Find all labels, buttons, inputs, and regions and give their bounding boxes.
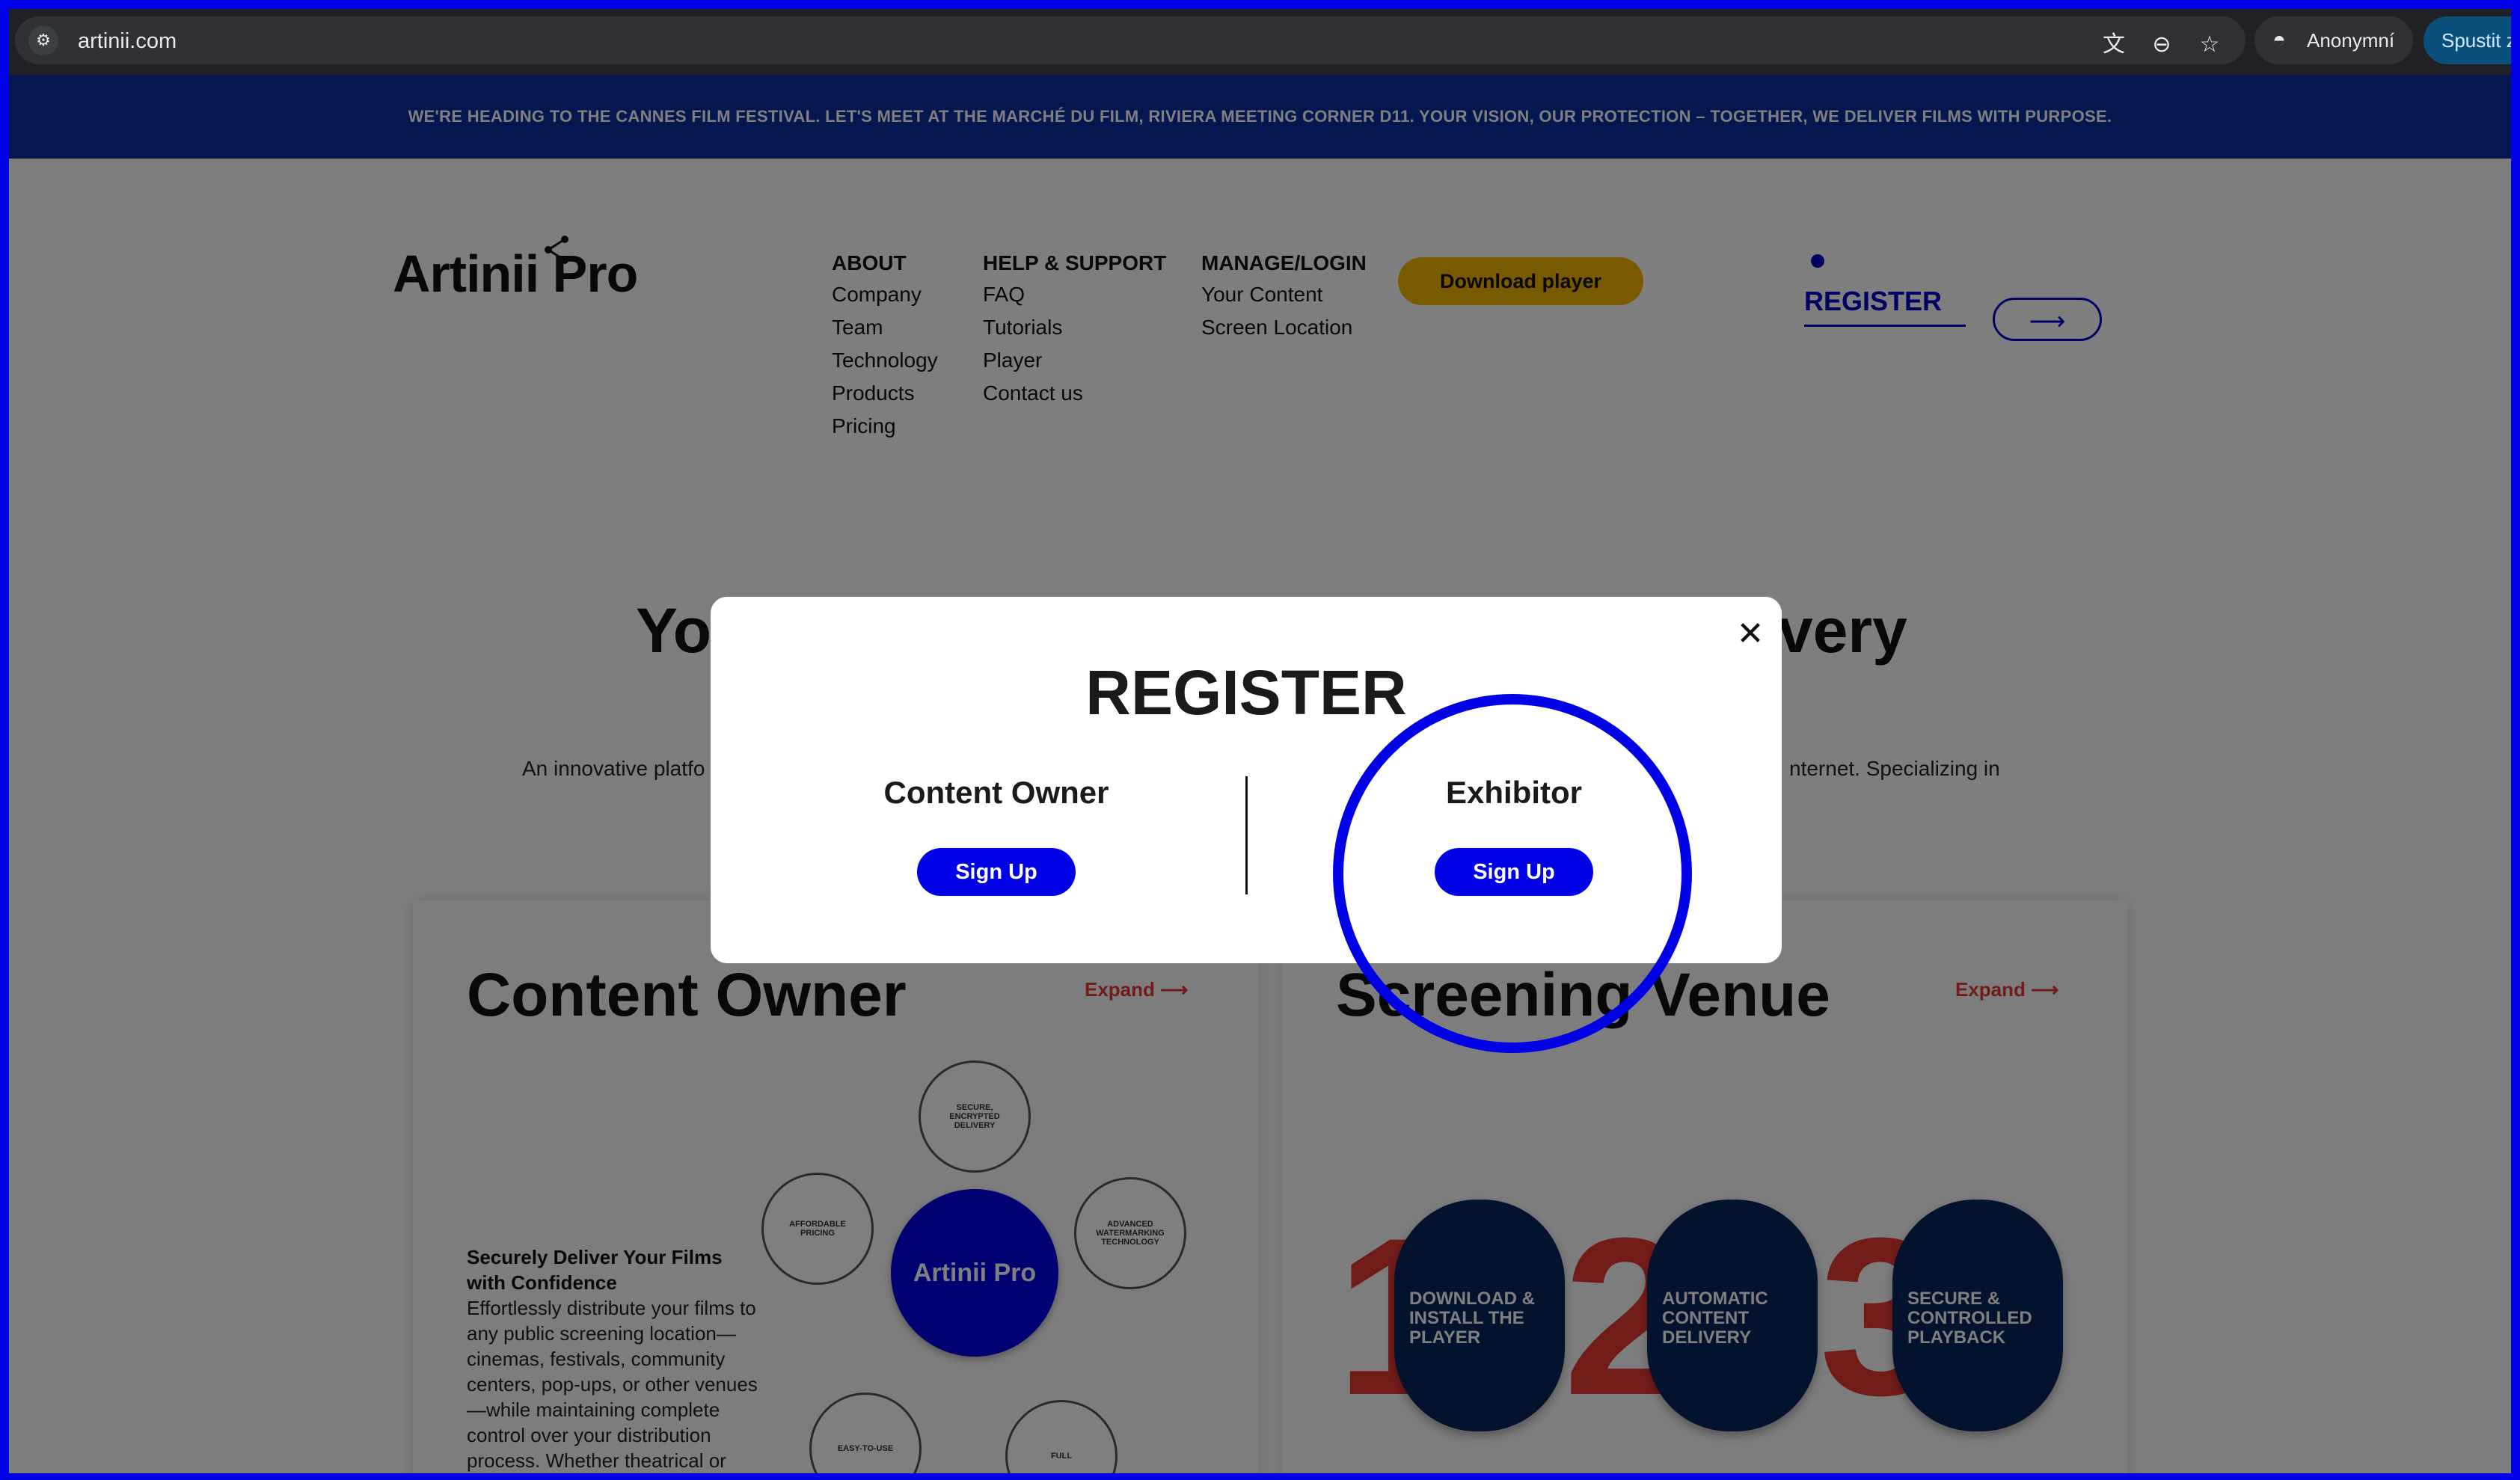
translate-icon[interactable]: 文 xyxy=(2099,30,2129,60)
content-owner-heading: Content Owner xyxy=(883,775,1109,810)
content-owner-signup-button[interactable]: Sign Up xyxy=(917,848,1076,896)
browser-frame: ⚙ artinii.com 文 ⊖ ☆ ◓ Anonymní Spustit z… xyxy=(9,9,2511,1473)
launch-button[interactable]: Spustit zne xyxy=(2424,16,2511,64)
bookmark-star-icon[interactable]: ☆ xyxy=(2195,30,2225,60)
incognito-icon: ◓ xyxy=(2272,28,2287,52)
url-text[interactable]: artinii.com xyxy=(78,28,177,54)
address-bar[interactable]: ⚙ artinii.com 文 ⊖ ☆ xyxy=(15,16,2245,64)
profile-button[interactable]: ◓ Anonymní xyxy=(2254,16,2413,64)
zoom-out-icon[interactable]: ⊖ xyxy=(2147,30,2177,60)
browser-toolbar: ⚙ artinii.com 文 ⊖ ☆ ◓ Anonymní Spustit z… xyxy=(9,9,2511,75)
close-icon[interactable]: ✕ xyxy=(1734,618,1767,651)
modal-title: REGISTER xyxy=(1085,657,1407,728)
highlight-circle xyxy=(1333,694,1692,1053)
site-info-icon[interactable]: ⚙ xyxy=(28,25,58,55)
profile-label: Anonymní xyxy=(2307,29,2395,52)
modal-divider xyxy=(1245,776,1248,894)
